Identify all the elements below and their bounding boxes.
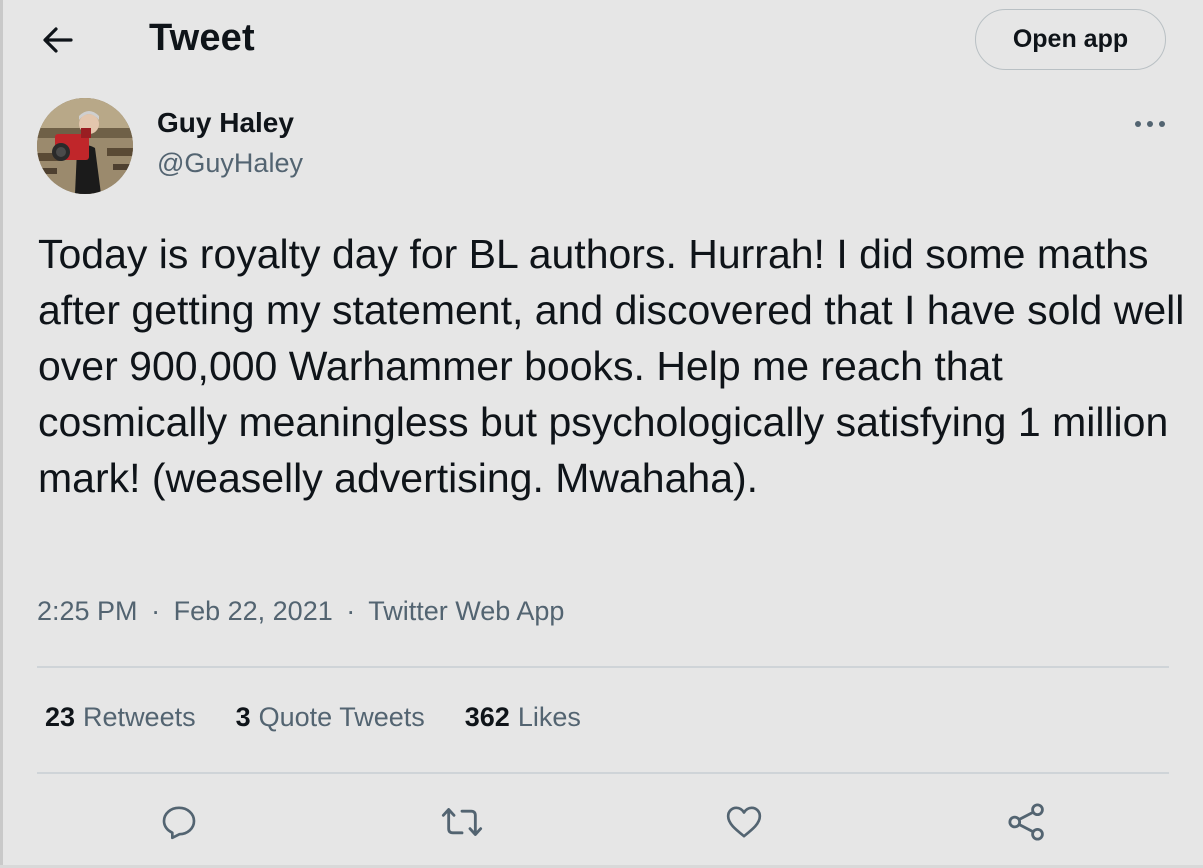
- author-name[interactable]: Guy Haley: [157, 107, 294, 139]
- tweet-meta: 2:25 PM · Feb 22, 2021 · Twitter Web App: [37, 596, 564, 627]
- meta-separator: ·: [151, 596, 161, 626]
- avatar-photo: [37, 98, 133, 194]
- reply-button[interactable]: [155, 798, 203, 846]
- retweets-label: Retweets: [83, 702, 196, 732]
- header: Tweet Open app: [0, 0, 1203, 82]
- tweet-source[interactable]: Twitter Web App: [368, 596, 564, 626]
- divider: [37, 666, 1169, 668]
- back-button[interactable]: [38, 22, 78, 58]
- retweet-button[interactable]: [438, 798, 486, 846]
- likes-label: Likes: [517, 702, 581, 732]
- quote-tweets-stat[interactable]: 3 Quote Tweets: [236, 702, 425, 733]
- reply-icon: [162, 806, 196, 840]
- arrow-left-icon: [43, 27, 73, 53]
- tweet-time[interactable]: 2:25 PM: [37, 596, 138, 626]
- avatar[interactable]: [37, 98, 133, 194]
- tweet-date[interactable]: Feb 22, 2021: [174, 596, 333, 626]
- likes-stat[interactable]: 362 Likes: [465, 702, 581, 733]
- quote-tweets-label: Quote Tweets: [258, 702, 425, 732]
- tweet-stats: 23 Retweets 3 Quote Tweets 362 Likes: [45, 702, 581, 733]
- more-horizontal-icon: [1135, 121, 1165, 127]
- like-button[interactable]: [720, 798, 768, 846]
- retweets-stat[interactable]: 23 Retweets: [45, 702, 196, 733]
- share-button[interactable]: [1003, 798, 1051, 846]
- like-icon: [726, 806, 762, 838]
- likes-count: 362: [464, 702, 510, 732]
- share-icon: [1008, 803, 1044, 841]
- divider: [37, 772, 1169, 774]
- more-options-button[interactable]: [1128, 108, 1172, 140]
- retweet-icon: [441, 808, 483, 836]
- page-title: Tweet: [149, 17, 255, 59]
- author-handle[interactable]: @GuyHaley: [157, 148, 303, 179]
- quote-tweets-count: 3: [235, 702, 251, 732]
- tweet-text: Today is royalty day for BL authors. Hur…: [38, 231, 1185, 501]
- retweets-count: 23: [45, 702, 76, 732]
- open-app-button[interactable]: Open app: [975, 9, 1166, 70]
- meta-separator: ·: [346, 596, 356, 626]
- window-edge: [0, 0, 3, 868]
